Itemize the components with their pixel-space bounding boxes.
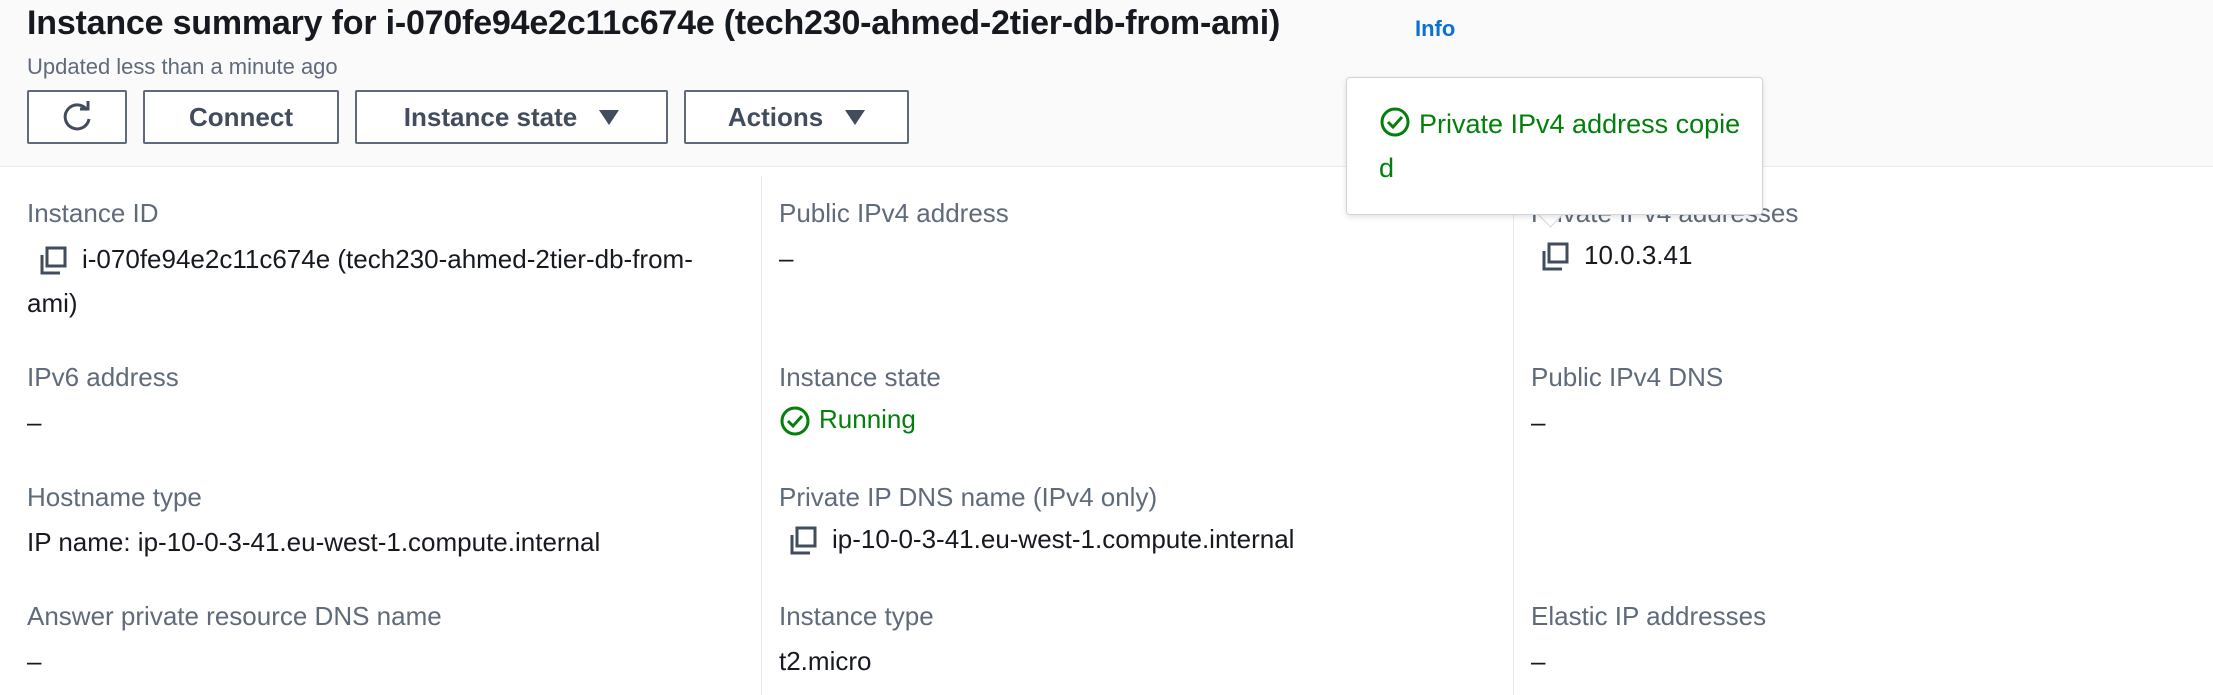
private-ipv4-text: 10.0.3.41 — [1584, 240, 1693, 270]
instance-id-text: i-070fe94e2c11c674e (tech230-ahmed-2tier… — [27, 244, 693, 318]
instance-id-label: Instance ID — [27, 198, 159, 228]
public-dns-value: – — [1531, 407, 1546, 437]
answer-dns-label: Answer private resource DNS name — [27, 601, 442, 631]
instance-state-label: Instance state — [779, 362, 941, 392]
private-dns-value: ip-10-0-3-41.eu-west-1.compute.internal — [786, 524, 1294, 558]
caret-down-icon — [599, 109, 620, 125]
private-dns-label: Private IP DNS name (IPv4 only) — [779, 482, 1158, 512]
elastic-ip-label: Elastic IP addresses — [1531, 601, 1767, 631]
copied-tooltip: Private IPv4 address copied — [1346, 77, 1763, 215]
instance-state-dropdown-label: Instance state — [403, 101, 578, 132]
instance-state-dropdown[interactable]: Instance state — [355, 90, 668, 144]
public-dns-label: Public IPv4 DNS — [1531, 362, 1724, 392]
connect-button[interactable]: Connect — [143, 90, 339, 144]
public-ipv4-label: Public IPv4 address — [779, 198, 1009, 228]
copied-tooltip-text: Private IPv4 address copied — [1379, 109, 1741, 183]
ipv6-label: IPv6 address — [27, 362, 179, 392]
column-divider — [1513, 176, 1514, 695]
actions-dropdown-label: Actions — [727, 101, 824, 132]
private-ipv4-value: 10.0.3.41 — [1538, 240, 1692, 274]
updated-timestamp: Updated less than a minute ago — [27, 54, 338, 79]
caret-down-icon — [845, 109, 866, 125]
status-success-icon — [780, 406, 810, 436]
page-title: Instance summary for i-070fe94e2c11c674e… — [27, 4, 1281, 42]
instance-state-text: Running — [819, 404, 916, 434]
instance-state-value: Running — [779, 404, 916, 437]
column-divider — [761, 176, 762, 695]
header-divider — [0, 166, 2213, 167]
answer-dns-value: – — [27, 646, 42, 676]
private-dns-text: ip-10-0-3-41.eu-west-1.compute.internal — [832, 524, 1295, 554]
copy-icon[interactable] — [36, 244, 70, 278]
hostname-type-value: IP name: ip-10-0-3-41.eu-west-1.compute.… — [27, 527, 601, 557]
copied-tooltip-message: Private IPv4 address copied — [1379, 102, 1749, 190]
hostname-type-label: Hostname type — [27, 482, 202, 512]
copy-icon[interactable] — [786, 524, 820, 558]
connect-button-label: Connect — [189, 101, 293, 132]
public-ipv4-value: – — [779, 243, 794, 273]
refresh-icon — [63, 101, 91, 131]
instance-type-label: Instance type — [779, 601, 934, 631]
refresh-button[interactable] — [27, 90, 127, 144]
copy-icon[interactable] — [1538, 240, 1572, 274]
info-link[interactable]: Info — [1415, 16, 1455, 42]
instance-type-value: t2.micro — [779, 646, 872, 676]
ipv6-value: – — [27, 407, 42, 437]
status-success-icon — [1380, 107, 1410, 137]
actions-dropdown[interactable]: Actions — [684, 90, 909, 144]
elastic-ip-value: – — [1531, 646, 1546, 676]
instance-id-value: i-070fe94e2c11c674e (tech230-ahmed-2tier… — [27, 237, 727, 325]
